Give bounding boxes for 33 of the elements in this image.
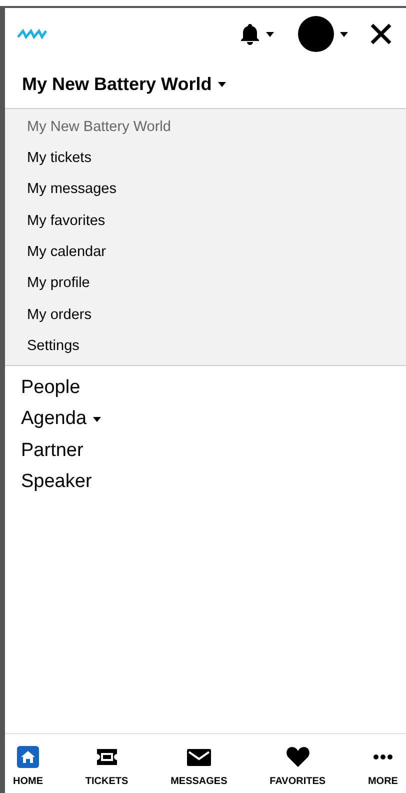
caret-icon [92, 417, 101, 422]
nav-tab[interactable]: FAVORITES [270, 746, 326, 789]
close-icon [370, 23, 392, 45]
menu-item[interactable]: Speaker [5, 466, 406, 498]
submenu-item[interactable]: My New Battery World [5, 112, 406, 144]
nav-tab[interactable]: MESSAGES [170, 746, 228, 789]
more-icon [372, 754, 393, 760]
nav-tab[interactable]: HOME [13, 746, 43, 789]
account-dropdown[interactable]: My New Battery World [5, 60, 406, 108]
nav-tab[interactable]: MORE [368, 746, 398, 789]
caret-icon [340, 32, 348, 36]
heart-icon [286, 747, 310, 767]
submenu-item[interactable]: My messages [5, 174, 406, 206]
menu-item[interactable]: Partner [5, 435, 406, 467]
profile-button[interactable] [298, 16, 348, 52]
notifications-button[interactable] [240, 23, 274, 45]
submenu-item[interactable]: My tickets [5, 143, 406, 175]
home-icon [17, 746, 39, 768]
nav-tab[interactable]: TICKETS [85, 746, 128, 789]
menu-item[interactable]: Agenda [5, 404, 406, 436]
close-button[interactable] [370, 23, 392, 45]
submenu-item[interactable]: My profile [5, 268, 406, 300]
menu-item[interactable]: People [5, 372, 406, 404]
mail-icon [186, 748, 211, 766]
submenu-item[interactable]: My calendar [5, 237, 406, 268]
bell-icon [240, 23, 260, 45]
avatar-icon [298, 16, 334, 52]
submenu-item[interactable]: Settings [5, 331, 406, 362]
ticket-icon [94, 748, 119, 766]
caret-icon [266, 32, 274, 36]
submenu-item[interactable]: My orders [5, 300, 406, 332]
submenu-item[interactable]: My favorites [5, 206, 406, 238]
caret-icon [218, 82, 226, 86]
